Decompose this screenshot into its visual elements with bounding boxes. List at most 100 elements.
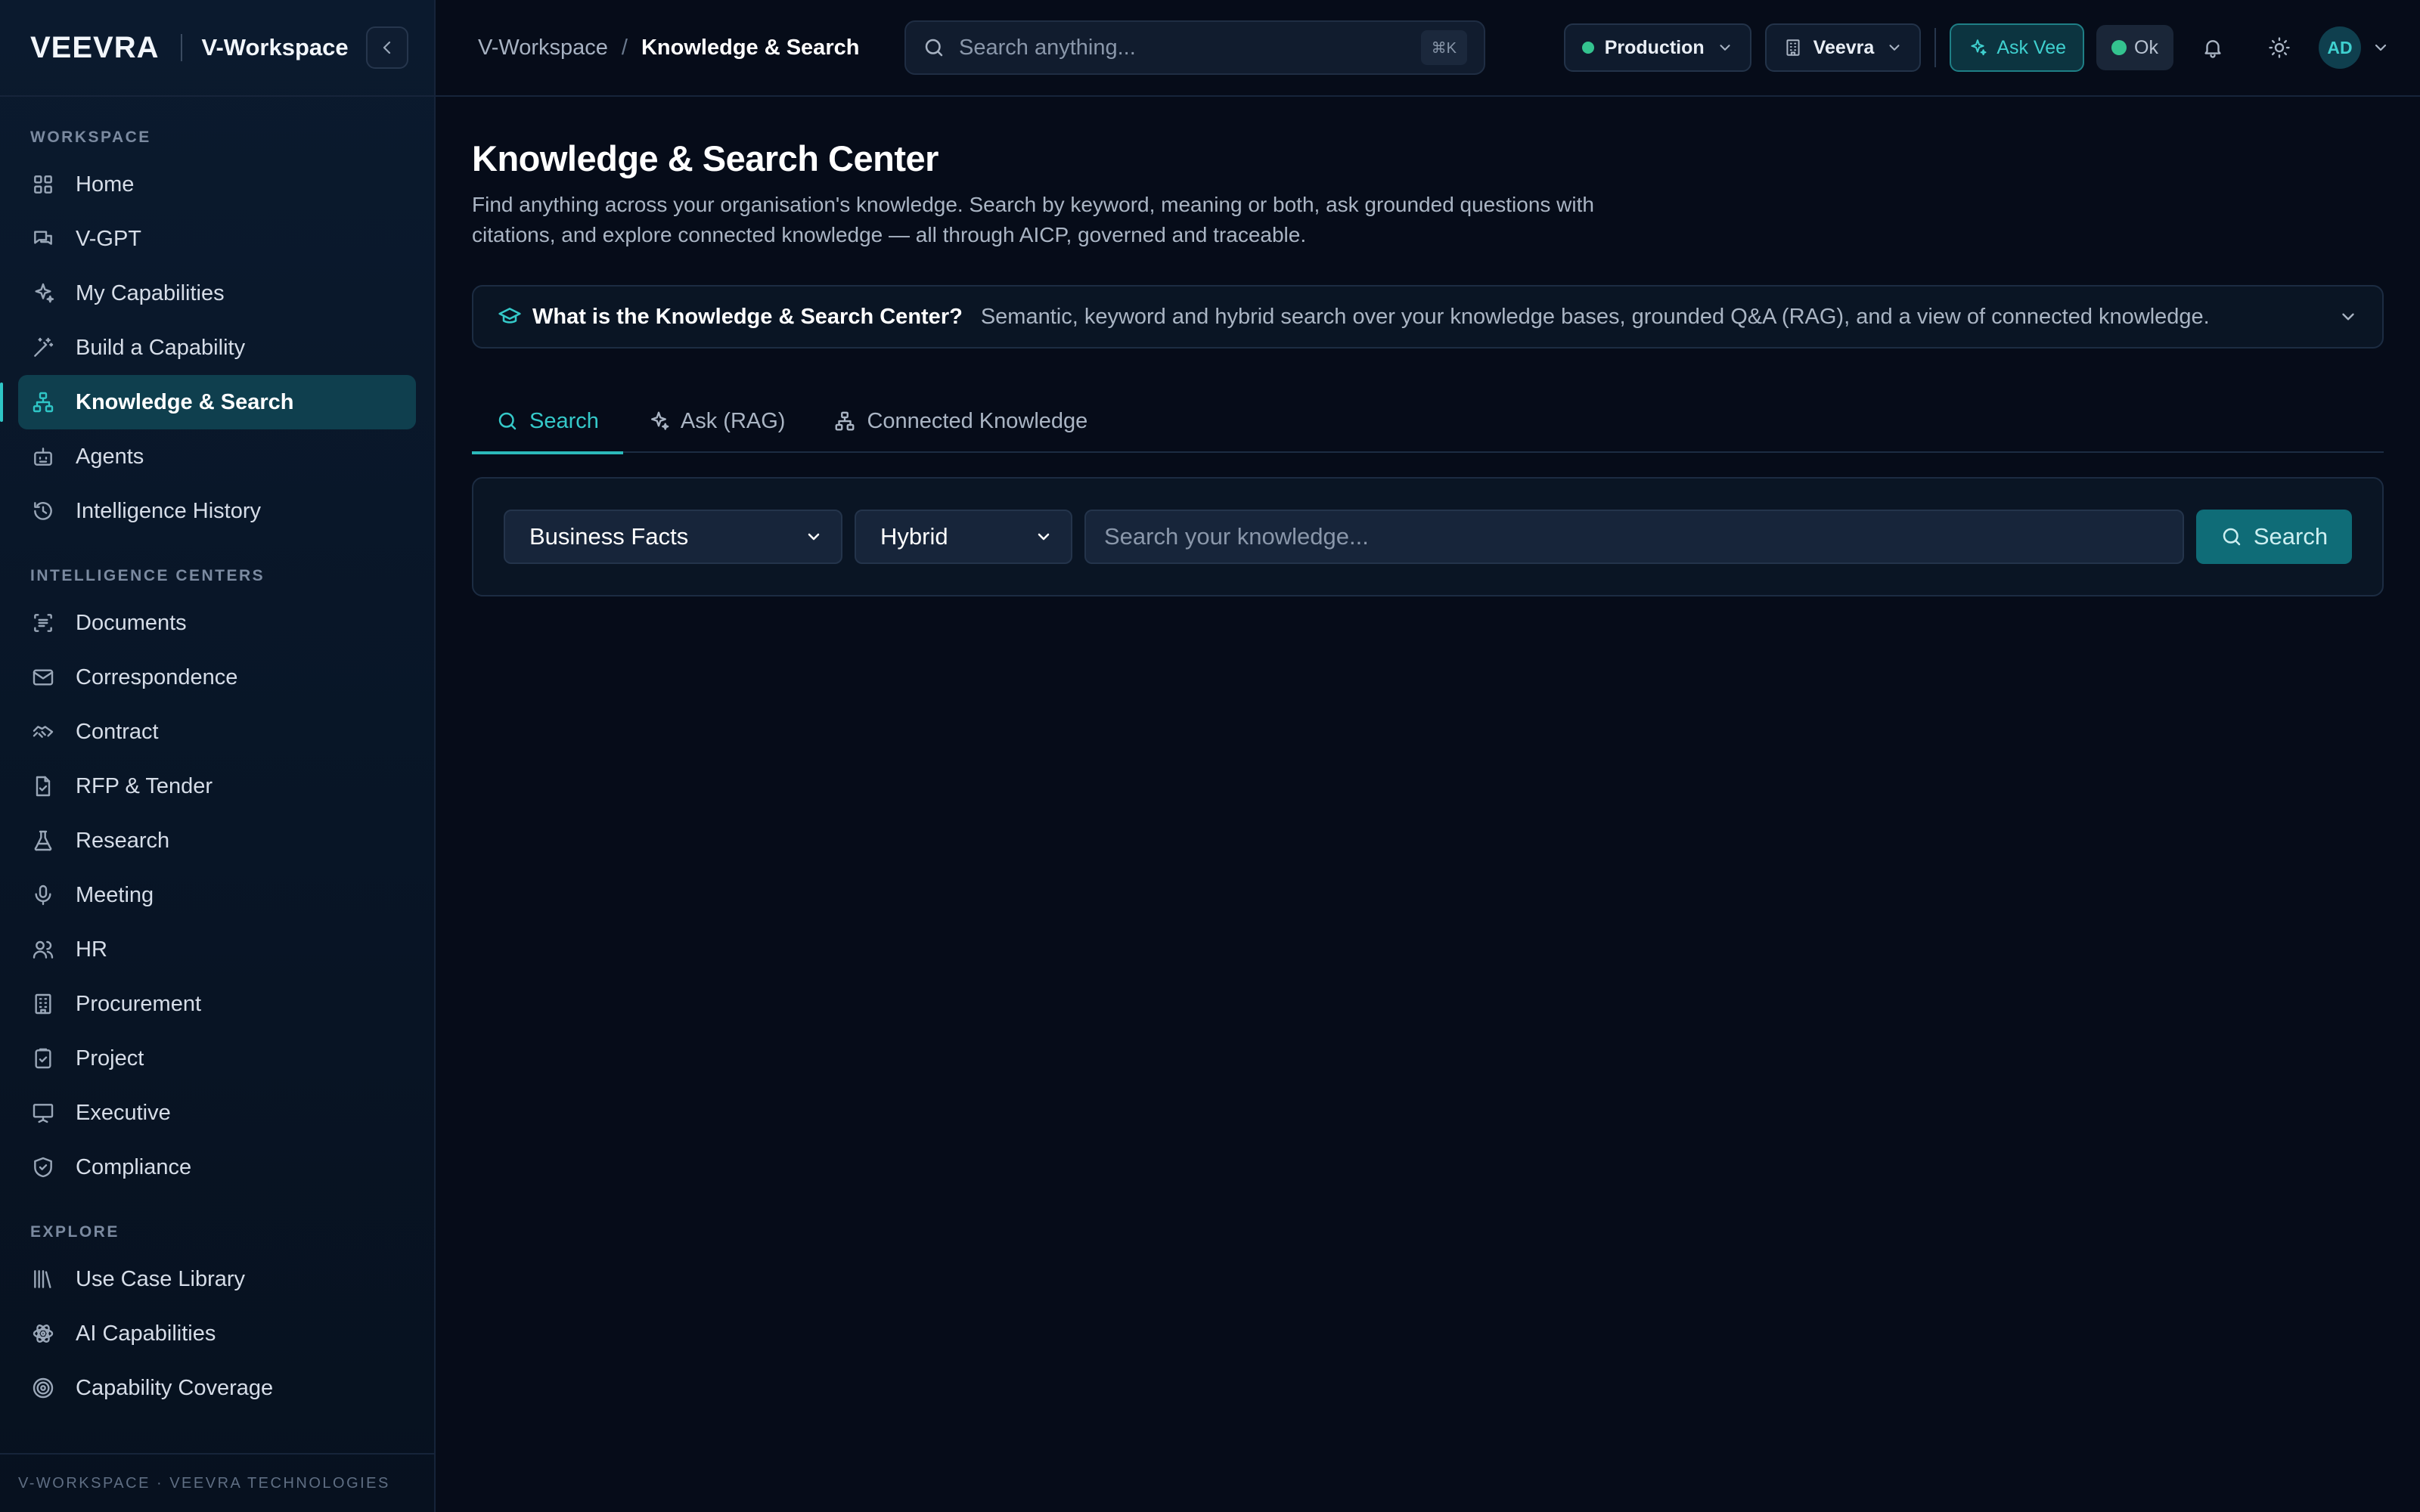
- mail-icon: [30, 665, 56, 690]
- sidebar-item-use-case-library[interactable]: Use Case Library: [18, 1252, 416, 1306]
- search-mode-select[interactable]: Hybrid: [855, 510, 1072, 564]
- search-shortcut-badge: ⌘K: [1420, 30, 1467, 65]
- sidebar-item-label: Documents: [76, 610, 187, 635]
- file-check-icon: [30, 773, 56, 799]
- sidebar-item-correspondence[interactable]: Correspondence: [18, 650, 416, 705]
- tab-connected-knowledge[interactable]: Connected Knowledge: [809, 389, 1112, 453]
- environment-status-dot: [1581, 42, 1594, 54]
- knowledge-base-select[interactable]: Business Facts: [504, 510, 842, 564]
- sidebar-item-label: HR: [76, 937, 107, 962]
- user-menu[interactable]: AD: [2319, 26, 2390, 69]
- search-icon: [498, 412, 517, 430]
- sidebar-item-ai-capabilities[interactable]: AI Capabilities: [18, 1306, 416, 1361]
- search-icon: [2223, 528, 2241, 546]
- clipboard-icon: [30, 1046, 56, 1071]
- sidebar-item-label: Correspondence: [76, 665, 238, 689]
- sidebar-item-my-capabilities[interactable]: My Capabilities: [18, 266, 416, 321]
- sidebar-item-label: My Capabilities: [76, 280, 225, 305]
- chat-icon: [30, 226, 56, 252]
- sidebar-item-intelligence-history[interactable]: Intelligence History: [18, 484, 416, 538]
- breadcrumb-current: Knowledge & Search: [641, 35, 860, 60]
- document-scan-icon: [30, 610, 56, 636]
- info-accordion[interactable]: What is the Knowledge & Search Center? S…: [472, 285, 2384, 349]
- chevron-down-icon: [2342, 313, 2354, 321]
- tenant-selector[interactable]: Veevra: [1764, 23, 1922, 72]
- sparkle-icon: [650, 411, 669, 430]
- main-area: V-Workspace / Knowledge & Search ⌘K Prod…: [436, 0, 2420, 1512]
- breadcrumb-parent-link[interactable]: V-Workspace: [478, 36, 608, 60]
- sidebar-section-explore: EXPLORE: [30, 1223, 119, 1241]
- sidebar-item-label: Contract: [76, 719, 159, 744]
- sidebar-footer: V-WORKSPACE · VEEVRA TECHNOLOGIES: [0, 1453, 434, 1512]
- bell-icon: [2204, 40, 2221, 58]
- sidebar-item-procurement[interactable]: Procurement: [18, 977, 416, 1031]
- topbar: V-Workspace / Knowledge & Search ⌘K Prod…: [436, 0, 2420, 97]
- notifications-button[interactable]: [2186, 20, 2240, 75]
- knowledge-search-button-label: Search: [2253, 523, 2328, 550]
- sidebar-item-hr[interactable]: HR: [18, 922, 416, 977]
- sidebar-item-label: Compliance: [76, 1154, 192, 1179]
- sidebar-item-label: V-GPT: [76, 226, 142, 251]
- tab-bar: Search Ask (RAG) Connected Knowledge: [472, 389, 2384, 454]
- sidebar-item-agents[interactable]: Agents: [18, 429, 416, 484]
- sidebar-item-label: Research: [76, 828, 170, 853]
- theme-toggle-button[interactable]: [2252, 20, 2307, 75]
- atom-icon: [30, 1321, 56, 1346]
- global-search[interactable]: ⌘K: [904, 20, 1485, 75]
- sidebar: VEEVRA V-Workspace WORKSPACE Home V-GPT My …: [0, 0, 436, 1512]
- sidebar-item-label: Build a Capability: [76, 335, 246, 360]
- sidebar-item-label: RFP & Tender: [76, 773, 213, 798]
- sidebar-item-research[interactable]: Research: [18, 813, 416, 868]
- sidebar-item-label: Meeting: [76, 882, 154, 907]
- chevron-left-icon: [383, 41, 391, 54]
- history-icon: [30, 498, 56, 524]
- sidebar-item-label: Home: [76, 172, 135, 197]
- status-ok-dot: [2111, 40, 2127, 55]
- sidebar-item-documents[interactable]: Documents: [18, 596, 416, 650]
- sidebar-nav: WORKSPACE Home V-GPT My Capabilities Build a…: [0, 97, 434, 1415]
- tab-search[interactable]: Search: [472, 389, 623, 454]
- tenant-label: Veevra: [1813, 36, 1875, 58]
- sidebar-item-capability-coverage[interactable]: Capability Coverage: [18, 1361, 416, 1415]
- building-icon: [30, 991, 56, 1017]
- sidebar-item-label: Project: [76, 1046, 144, 1070]
- breadcrumb-separator: /: [621, 35, 628, 60]
- ask-vee-button[interactable]: Ask Vee: [1950, 23, 2085, 72]
- chevron-down-icon: [1038, 533, 1050, 541]
- shield-check-icon: [30, 1154, 56, 1180]
- sidebar-item-contract[interactable]: Contract: [18, 705, 416, 759]
- sidebar-item-label: Knowledge & Search: [76, 389, 294, 414]
- system-status-badge[interactable]: Ok: [2096, 25, 2173, 70]
- network-icon: [30, 389, 56, 415]
- knowledge-search-button[interactable]: Search: [2196, 510, 2352, 564]
- flask-icon: [30, 828, 56, 854]
- page-description: Find anything across your organisation's…: [472, 193, 1594, 246]
- chevron-down-icon: [808, 533, 820, 541]
- sidebar-item-v-gpt[interactable]: V-GPT: [18, 212, 416, 266]
- sidebar-item-project[interactable]: Project: [18, 1031, 416, 1086]
- avatar: AD: [2319, 26, 2361, 69]
- sidebar-item-rfp-and-tender[interactable]: RFP & Tender: [18, 759, 416, 813]
- tab-search-label: Search: [529, 408, 599, 433]
- sidebar-item-knowledge-and-search[interactable]: Knowledge & Search: [0, 375, 416, 429]
- sidebar-item-label: Intelligence History: [76, 498, 261, 523]
- environment-selector[interactable]: Production: [1563, 23, 1751, 72]
- veevra-logo[interactable]: VEEVRA: [30, 31, 160, 65]
- presentation-icon: [30, 1100, 56, 1126]
- graduation-cap-icon: [498, 308, 521, 324]
- sidebar-item-build-a-capability[interactable]: Build a Capability: [18, 321, 416, 375]
- sidebar-item-home[interactable]: Home: [18, 157, 416, 212]
- sidebar-item-executive[interactable]: Executive: [18, 1086, 416, 1140]
- tab-connected-knowledge-label: Connected Knowledge: [867, 408, 1088, 433]
- knowledge-query-input[interactable]: [1084, 510, 2184, 564]
- sidebar-item-label: Procurement: [76, 991, 202, 1016]
- sidebar-item-meeting[interactable]: Meeting: [18, 868, 416, 922]
- collapse-sidebar-button[interactable]: [366, 26, 408, 69]
- brand-header: VEEVRA V-Workspace: [0, 0, 434, 97]
- grid-icon: [30, 172, 56, 197]
- tab-ask-rag[interactable]: Ask (RAG): [623, 389, 810, 453]
- page-title: Knowledge & Search Center: [472, 138, 939, 178]
- sidebar-item-compliance[interactable]: Compliance: [18, 1140, 416, 1194]
- page-content: Knowledge & Search Center Find anything …: [436, 97, 2420, 596]
- global-search-input[interactable]: [959, 35, 1421, 60]
